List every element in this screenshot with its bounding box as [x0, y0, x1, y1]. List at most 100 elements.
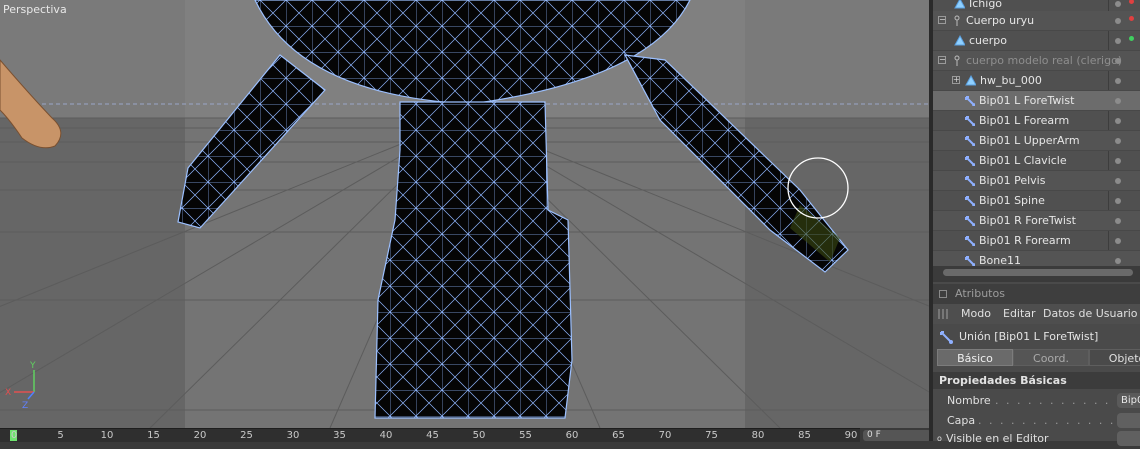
timeline-tick-label: 35 — [333, 430, 346, 441]
object-row[interactable]: Bip01 R Forearm — [933, 231, 1140, 251]
tag-dot-icon[interactable] — [1129, 36, 1134, 41]
attribute-tabs: Básico Coord. Objeto — [933, 349, 1140, 367]
timeline-tick-label: 60 — [565, 430, 579, 441]
timeline-tick-label: 85 — [798, 430, 811, 441]
object-name: Bip01 L UpperArm — [979, 134, 1080, 147]
object-row[interactable]: Bip01 R ForeTwist — [933, 211, 1140, 231]
object-name: Bip01 Pelvis — [979, 174, 1046, 187]
field-nombre: Nombre . . . . . . . . . . . Bip01 — [933, 391, 1140, 411]
attributes-title: Atributos — [955, 287, 1005, 300]
joint-icon — [965, 216, 975, 226]
object-name: Cuerpo uryu — [966, 14, 1035, 27]
object-row[interactable]: Bip01 L UpperArm — [933, 131, 1140, 151]
attributes-menu: Modo Editar Datos de Usuario — [933, 304, 1140, 324]
render-dot-icon[interactable] — [1115, 1, 1121, 7]
render-dot-icon[interactable] — [1115, 178, 1121, 184]
render-dot-icon[interactable] — [1115, 138, 1121, 144]
joint-icon — [965, 256, 975, 266]
render-dot-icon[interactable] — [1115, 258, 1121, 264]
joint-icon — [940, 331, 953, 344]
field-visible-editor: o Visible en el Editor — [933, 429, 1140, 449]
menu-modo[interactable]: Modo — [961, 304, 991, 324]
grip-icon — [938, 309, 948, 319]
render-dot-icon[interactable] — [1115, 18, 1121, 24]
tab-coord[interactable]: Coord. — [1013, 349, 1089, 366]
joint-icon — [965, 176, 975, 186]
timeline-tick-label: 75 — [705, 430, 718, 441]
menu-datos-usuario[interactable]: Datos de Usuario — [1043, 304, 1138, 324]
scrollbar-thumb[interactable] — [943, 269, 1133, 276]
object-manager: Ichigo − Cuerpo uryu cuerpo − cuerpo modelo r… — [933, 0, 1140, 266]
object-row[interactable]: Bip01 Pelvis — [933, 171, 1140, 191]
end-frame-field[interactable]: 0 F — [863, 430, 931, 441]
object-row[interactable]: Bip01 L ForeTwist — [933, 91, 1140, 111]
section-header[interactable]: Propiedades Básicas — [933, 372, 1140, 389]
object-row[interactable]: − Cuerpo uryu — [933, 11, 1140, 31]
object-name: Bip01 R ForeTwist — [979, 214, 1076, 227]
object-row[interactable]: Bip01 Spine — [933, 191, 1140, 211]
nombre-input[interactable]: Bip01 — [1117, 393, 1140, 408]
timeline-tick-label: 20 — [193, 430, 207, 441]
object-name: Bone11 — [979, 254, 1022, 266]
section-title: Propiedades Básicas — [939, 374, 1067, 387]
viewport-camera-label[interactable]: Perspectiva — [3, 3, 67, 16]
tag-dot-icon[interactable] — [1129, 0, 1134, 4]
menu-editar[interactable]: Editar — [1003, 304, 1036, 324]
object-row[interactable]: cuerpo — [933, 31, 1140, 51]
timeline-tick-label: 65 — [612, 430, 625, 441]
capa-input[interactable] — [1117, 413, 1140, 428]
object-name: Bip01 L Forearm — [979, 114, 1070, 127]
timeline-tick-label: 10 — [100, 430, 114, 441]
object-name: Ichigo — [969, 0, 1003, 10]
object-row[interactable]: − cuerpo modelo real (clerigo) — [933, 51, 1140, 71]
render-dot-icon[interactable] — [1115, 238, 1121, 244]
collapse-icon[interactable]: − — [938, 16, 946, 24]
visible-editor-input[interactable] — [1117, 431, 1140, 446]
render-dot-icon[interactable] — [1115, 78, 1121, 84]
timeline-ruler[interactable]: 0 5 10 15 20 25 30 35 40 45 50 55 60 65 70 75 80 85 90 — [0, 428, 860, 442]
null-object-icon — [954, 15, 960, 26]
timeline-tick-label: 25 — [240, 430, 253, 441]
axis-label-x: X — [5, 388, 11, 398]
perspective-viewport[interactable]: Perspectiva Y X Z — [0, 0, 929, 428]
object-row[interactable]: Bip01 L Clavicle — [933, 151, 1140, 171]
nombre-label: Nombre — [947, 394, 991, 407]
timeline-tick-label: 55 — [519, 430, 532, 441]
object-row[interactable]: Bip01 L Forearm — [933, 111, 1140, 131]
render-dot-icon[interactable] — [1115, 218, 1121, 224]
tab-basico[interactable]: Básico — [937, 349, 1013, 366]
tag-dot-icon[interactable] — [1129, 16, 1134, 21]
nombre-leader: . . . . . . . . . . . — [995, 394, 1111, 407]
attributes-header[interactable]: Atributos — [933, 284, 1140, 304]
timeline-tick-label: 45 — [426, 430, 439, 441]
polygon-object-icon — [965, 74, 976, 86]
tab-objeto[interactable]: Objeto — [1089, 349, 1140, 366]
viewport-scene: Y X Z — [0, 0, 929, 428]
visible-editor-label: Visible en el Editor — [946, 432, 1049, 445]
object-name: hw_bu_000 — [980, 74, 1042, 87]
timeline-tick-label: 50 — [472, 430, 486, 441]
timeline-tick-label: 80 — [751, 430, 765, 441]
collapse-icon[interactable] — [939, 290, 947, 298]
object-row[interactable]: + hw_bu_000 — [933, 71, 1140, 91]
polygon-object-icon — [954, 0, 965, 9]
object-manager-scrollbar[interactable] — [933, 266, 1140, 280]
joint-icon — [965, 236, 975, 246]
render-dot-icon[interactable] — [1115, 118, 1121, 124]
object-name: cuerpo modelo real (clerigo) — [966, 54, 1123, 67]
selected-object-line: Unión [Bip01 L ForeTwist] — [933, 325, 1140, 349]
render-dot-icon[interactable] — [1115, 38, 1121, 44]
timeline-tick-label: 30 — [286, 430, 300, 441]
object-row[interactable]: Bone11 — [933, 251, 1140, 266]
joint-icon — [965, 136, 975, 146]
expand-icon[interactable]: + — [952, 76, 960, 84]
timeline-tick-label: 40 — [379, 430, 393, 441]
render-dot-icon[interactable] — [1115, 198, 1121, 204]
render-dot-icon[interactable] — [1115, 58, 1121, 64]
radio-icon[interactable]: o — [937, 429, 942, 449]
render-dot-icon[interactable] — [1115, 158, 1121, 164]
collapse-icon[interactable]: − — [938, 56, 946, 64]
render-dot-icon[interactable] — [1115, 98, 1121, 104]
object-name: cuerpo — [969, 34, 1008, 47]
attribute-manager: Atributos Modo Editar Datos de Usuario U… — [933, 282, 1140, 446]
